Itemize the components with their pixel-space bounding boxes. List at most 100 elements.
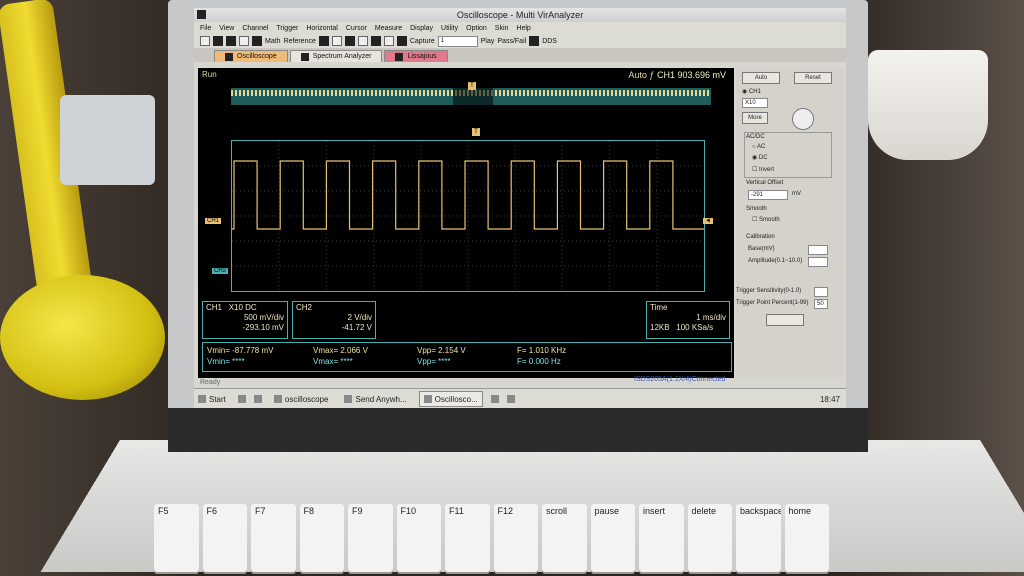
base-input[interactable]: [808, 245, 828, 255]
xy-icon[interactable]: [396, 36, 407, 46]
menu-utility[interactable]: Utility: [441, 25, 458, 32]
menu-help[interactable]: Help: [516, 25, 530, 32]
quicklaunch-icon[interactable]: [237, 395, 246, 403]
dds-button[interactable]: DDS: [542, 38, 557, 45]
key-f11[interactable]: F11: [445, 504, 490, 572]
auto-button[interactable]: Auto: [742, 72, 780, 84]
key-home[interactable]: home: [784, 504, 829, 572]
ch2-scale: 2 V/div: [347, 313, 372, 322]
grid-icon[interactable]: [357, 36, 368, 46]
key-f5[interactable]: F5: [154, 504, 199, 572]
vertical-offset-label: Vertical Offset: [746, 180, 784, 186]
trigger-position-marker[interactable]: T: [472, 128, 480, 136]
menu-channel[interactable]: Channel: [242, 25, 268, 32]
copy-icon[interactable]: [239, 36, 249, 46]
trigger-position-marker-top[interactable]: T: [468, 82, 476, 90]
reference-button[interactable]: Reference: [284, 38, 316, 45]
back-icon[interactable]: [252, 36, 262, 46]
measurement-panel: Vmin= -87.778 mV Vmax= 2.066 V Vpp= 2.15…: [202, 342, 732, 372]
measure-icon[interactable]: [331, 36, 342, 46]
ch1-probe: X10: [228, 303, 243, 312]
overview-window[interactable]: [453, 88, 493, 105]
menu-view[interactable]: View: [219, 25, 234, 32]
waveform-grid[interactable]: [231, 140, 705, 292]
persist-icon[interactable]: [383, 36, 394, 46]
amplitude-input[interactable]: [808, 257, 828, 267]
ac-label: AC: [756, 144, 766, 150]
tab-oscilloscope[interactable]: Oscilloscope: [214, 50, 288, 62]
clock[interactable]: 18:47: [820, 395, 840, 404]
ch1-offset: -293.10 mV: [242, 323, 284, 332]
network-tray-icon[interactable]: [490, 395, 499, 403]
key-f12[interactable]: F12: [493, 504, 538, 572]
quicklaunch-icon[interactable]: [253, 395, 262, 403]
volume-tray-icon[interactable]: [506, 395, 515, 403]
menu-skin[interactable]: Skin: [495, 25, 509, 32]
waveform-overview[interactable]: [231, 88, 711, 105]
ch2-marker[interactable]: CH2: [212, 268, 229, 274]
tab-label: Spectrum Analyzer: [312, 53, 372, 60]
zoom-icon[interactable]: [344, 36, 355, 46]
dc-label: DC: [758, 155, 768, 161]
probe-select[interactable]: X10: [742, 98, 768, 108]
task-oscilloscope-app[interactable]: Oscillosco...: [418, 391, 483, 407]
menu-file[interactable]: File: [200, 25, 211, 32]
title-bar: Oscilloscope - Multi VirAnalyzer: [194, 8, 846, 22]
key-delete[interactable]: delete: [687, 504, 732, 572]
menu-cursor[interactable]: Cursor: [346, 25, 367, 32]
reset-button[interactable]: Reset: [794, 72, 832, 84]
ch1-enable[interactable]: ◉ CH1: [742, 88, 761, 95]
save-icon[interactable]: [213, 36, 223, 46]
ch1-enable-label: CH1: [748, 89, 761, 95]
print-icon[interactable]: [226, 36, 236, 46]
key-f6[interactable]: F6: [202, 504, 247, 572]
apply-button[interactable]: [766, 314, 804, 326]
cursor-icon[interactable]: [318, 36, 329, 46]
ch1-marker[interactable]: CH1: [205, 218, 222, 224]
tab-spectrum-analyzer[interactable]: Spectrum Analyzer: [289, 50, 383, 62]
menu-measure[interactable]: Measure: [375, 25, 402, 32]
key-backspace[interactable]: backspace: [736, 504, 781, 572]
time-label: Time: [650, 303, 668, 312]
trigger-sensitivity-input[interactable]: [814, 287, 828, 297]
ch1-info[interactable]: CH1 X10 DC 500 mV/div -293.10 mV: [202, 301, 288, 339]
ch2-vmax: Vmax= ****: [313, 357, 353, 366]
trigger-level-marker[interactable]: ◄: [703, 218, 713, 224]
key-f7[interactable]: F7: [251, 504, 296, 572]
volts-div-knob[interactable]: [792, 108, 814, 130]
ac-radio[interactable]: ○ AC: [752, 144, 765, 150]
key-insert[interactable]: insert: [639, 504, 684, 572]
key-f9[interactable]: F9: [348, 504, 393, 572]
more-button[interactable]: More: [742, 112, 768, 124]
invert-checkbox[interactable]: ☐ Invert: [752, 166, 774, 173]
passfail-button[interactable]: Pass/Fail: [497, 38, 526, 45]
menu-display[interactable]: Display: [410, 25, 433, 32]
dc-radio[interactable]: ◉ DC: [752, 154, 768, 161]
menu-option[interactable]: Option: [466, 25, 487, 32]
key-f8[interactable]: F8: [299, 504, 344, 572]
capture-select[interactable]: 1: [437, 35, 478, 47]
menu-trigger[interactable]: Trigger: [276, 25, 298, 32]
task-label: Oscillosco...: [434, 394, 478, 404]
vertical-offset-input[interactable]: -291: [748, 190, 788, 200]
task-oscilloscope-folder[interactable]: oscilloscope: [270, 392, 333, 406]
menu-horizontal[interactable]: Horizontal: [306, 25, 338, 32]
play-button[interactable]: Play: [481, 38, 495, 45]
capture-label: Capture: [409, 37, 435, 45]
smooth-checkbox[interactable]: ☐ Smooth: [752, 216, 780, 223]
math-button[interactable]: Math: [265, 38, 281, 45]
start-button[interactable]: Start: [194, 392, 230, 406]
key-scroll[interactable]: scroll: [542, 504, 587, 572]
ch2-info[interactable]: CH2 2 V/div -41.72 V: [292, 301, 376, 339]
key-pause[interactable]: pause: [590, 504, 635, 572]
scope-display[interactable]: Run Auto ƒ CH1 903.696 mV T T CH1 ◄ CH2 …: [198, 68, 734, 378]
task-send-anywhere[interactable]: Send Anywh...: [340, 392, 410, 406]
tab-lissajous[interactable]: Lissajous: [384, 50, 448, 62]
time-info[interactable]: Time 1 ms/div 12KB 100 KSa/s: [646, 301, 730, 339]
trigger-point-input[interactable]: 50: [814, 299, 828, 309]
key-f10[interactable]: F10: [396, 504, 441, 572]
open-icon[interactable]: [200, 36, 210, 46]
scope-icon[interactable]: [370, 36, 381, 46]
task-label: oscilloscope: [284, 394, 329, 404]
dds-icon[interactable]: [529, 36, 540, 46]
